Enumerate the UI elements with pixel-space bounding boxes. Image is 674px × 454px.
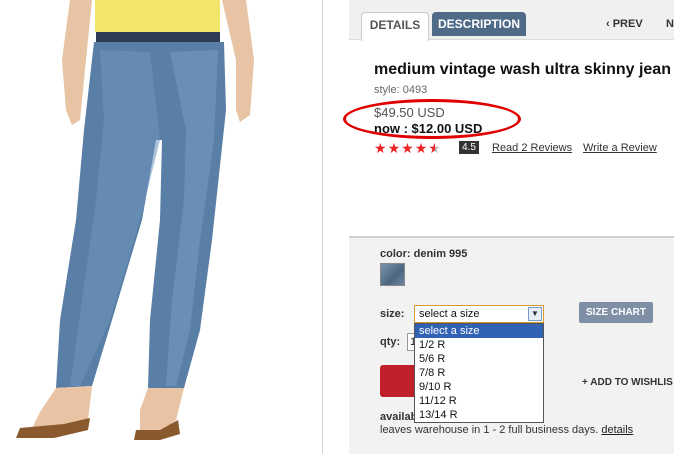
chevron-down-icon[interactable]: ▼ xyxy=(528,307,542,321)
next-link[interactable]: NE xyxy=(666,18,674,30)
jeans-model-image xyxy=(16,0,254,440)
shipping-text: leaves warehouse in 1 - 2 full business … xyxy=(380,424,599,436)
qty-label: qty: xyxy=(380,336,401,348)
tab-description[interactable]: DESCRIPTION xyxy=(432,12,526,36)
panel-divider xyxy=(322,0,323,454)
size-select[interactable]: select a size ▼ xyxy=(414,305,544,323)
size-option[interactable]: 11/12 R xyxy=(415,394,543,408)
availability-label: availab xyxy=(380,411,418,423)
add-to-wishlist-link[interactable]: + ADD TO WISHLIS xyxy=(582,377,673,388)
half-star-icon: ★ xyxy=(428,140,442,156)
size-option[interactable]: 9/10 R xyxy=(415,380,543,394)
size-option[interactable]: 13/14 R xyxy=(415,408,543,422)
rating-badge: 4.5 xyxy=(459,141,479,154)
size-label: size: xyxy=(380,308,405,320)
star-icon: ★ xyxy=(387,140,402,156)
write-review-link[interactable]: Write a Review xyxy=(583,142,657,154)
prev-link[interactable]: ‹ PREV xyxy=(606,18,643,30)
tab-details[interactable]: DETAILS xyxy=(361,12,429,41)
shipping-info: leaves warehouse in 1 - 2 full business … xyxy=(380,424,633,436)
star-rating: ★★★★★ xyxy=(374,140,442,157)
read-reviews-link[interactable]: Read 2 Reviews xyxy=(492,142,572,154)
add-to-bag-button[interactable] xyxy=(380,365,416,397)
size-chart-button[interactable]: SIZE CHART xyxy=(579,302,653,323)
color-swatch[interactable] xyxy=(380,263,405,286)
size-option[interactable]: 1/2 R xyxy=(415,338,543,352)
size-option[interactable]: select a size xyxy=(415,324,543,338)
size-option[interactable]: 5/6 R xyxy=(415,352,543,366)
product-title: medium vintage wash ultra skinny jean xyxy=(374,61,671,78)
star-icon: ★ xyxy=(401,140,415,156)
star-icon: ★ xyxy=(414,140,429,156)
size-select-value: select a size xyxy=(419,308,480,320)
tab-bar: DETAILS DESCRIPTION ‹ PREV NE xyxy=(349,0,674,41)
details-link[interactable]: details xyxy=(601,424,633,436)
size-dropdown-list: select a size 1/2 R 5/6 R 7/8 R 9/10 R 1… xyxy=(414,323,544,423)
color-label: color: denim 995 xyxy=(380,248,468,260)
product-photo xyxy=(0,0,322,454)
star-icon: ★ xyxy=(374,140,388,156)
price-highlight-circle xyxy=(343,99,521,139)
style-number: style: 0493 xyxy=(374,84,428,96)
size-option[interactable]: 7/8 R xyxy=(415,366,543,380)
